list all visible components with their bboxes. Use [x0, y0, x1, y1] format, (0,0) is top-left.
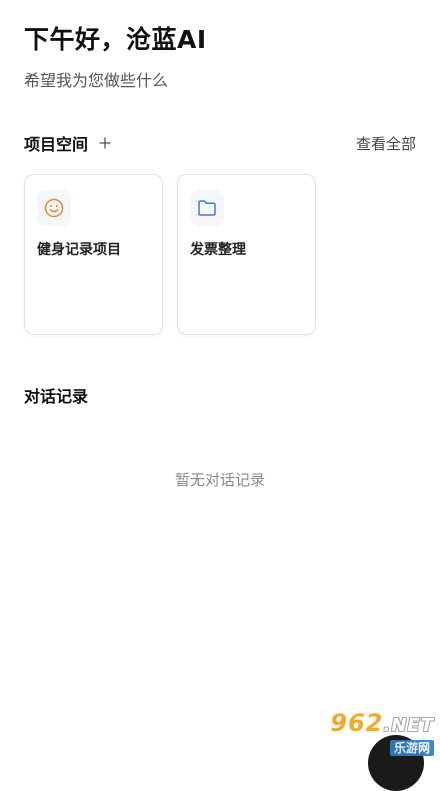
folder-icon — [198, 200, 216, 216]
greeting-title: 下午好，沧蓝AI — [24, 25, 207, 54]
card-icon-wrap — [37, 190, 71, 226]
projects-title-wrap: 项目空间 — [24, 131, 114, 155]
watermark-number: 962 — [330, 709, 384, 737]
watermark-net: .NET — [383, 715, 434, 736]
project-card-invoice[interactable]: 发票整理 — [177, 174, 316, 335]
project-cards: 健身记录项目 发票整理 — [24, 174, 316, 335]
history-empty-text: 暂无对话记录 — [174, 471, 265, 489]
add-project-button[interactable] — [96, 134, 114, 152]
project-card-title: 发票整理 — [190, 242, 246, 258]
project-card-fitness[interactable]: 健身记录项目 — [24, 174, 163, 335]
projects-title: 项目空间 — [24, 135, 89, 154]
plus-icon — [99, 137, 111, 149]
projects-header: 项目空间 查看全部 — [24, 131, 416, 155]
smile-icon — [44, 198, 64, 218]
greeting-subtitle: 希望我为您做些什么 — [24, 71, 169, 90]
project-card-title: 健身记录项目 — [37, 242, 121, 258]
watermark-label: 乐游网 — [389, 740, 434, 756]
site-watermark: 962.NET 乐游网 — [300, 710, 434, 756]
watermark-bottom: 乐游网 — [389, 740, 434, 756]
view-all-link[interactable]: 查看全部 — [356, 133, 416, 154]
card-icon-wrap — [190, 190, 224, 226]
history-title: 对话记录 — [24, 387, 89, 406]
watermark-top: 962.NET — [330, 710, 434, 739]
